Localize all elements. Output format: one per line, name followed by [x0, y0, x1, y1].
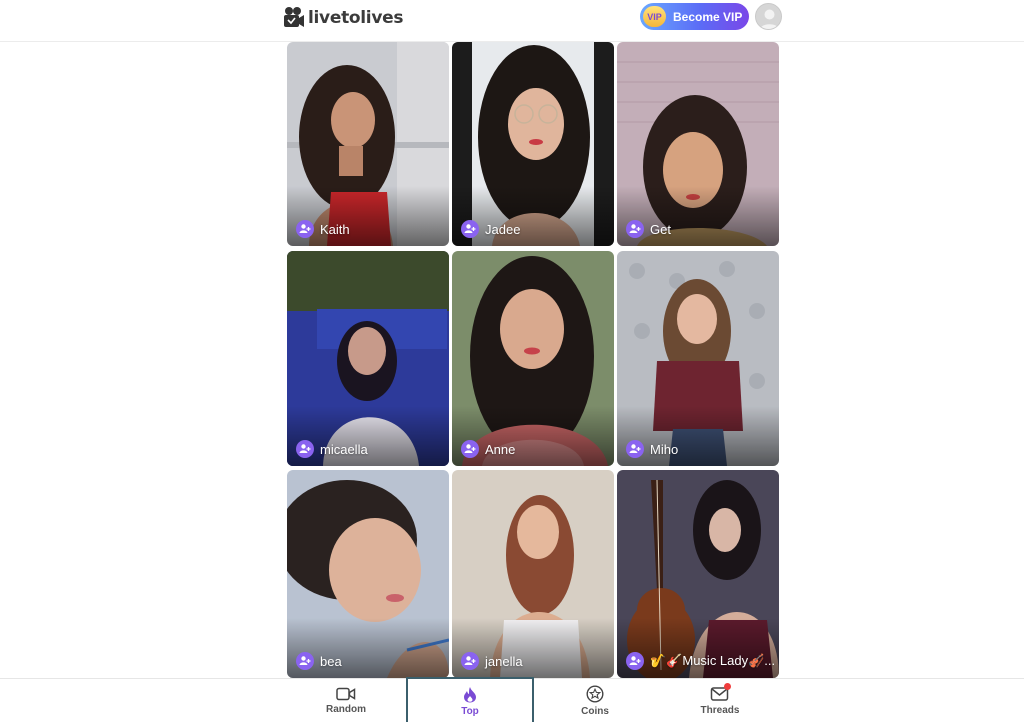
add-friend-icon[interactable] [626, 440, 644, 458]
tab-top[interactable]: Top [406, 677, 534, 722]
video-camera-icon [336, 687, 356, 701]
card-name-row: Anne [461, 440, 515, 458]
profile-card-micaella[interactable]: micaella [287, 251, 449, 466]
profile-name: Anne [485, 441, 516, 457]
card-name-row: janella [461, 652, 523, 670]
profile-card-music-lady[interactable]: 🎷🎸Music Lady🎻... [617, 470, 779, 678]
flame-icon [464, 686, 476, 702]
profile-name: janella [485, 653, 523, 669]
add-friend-icon[interactable] [461, 652, 479, 670]
tab-coins-label: Coins [581, 706, 609, 717]
profile-name: Miho [650, 441, 679, 457]
profile-name: micaella [320, 441, 368, 457]
profile-card-kaith[interactable]: Kaith [287, 42, 449, 246]
logo-icon [283, 6, 305, 30]
become-vip-label: Become VIP [673, 9, 743, 24]
logo-text: livetolives [308, 8, 404, 28]
user-avatar[interactable] [755, 3, 782, 30]
card-name-row: bea [296, 652, 342, 670]
profile-name: Get [650, 221, 671, 237]
mail-icon [710, 683, 731, 702]
tab-random-label: Random [326, 704, 366, 715]
notification-dot [724, 683, 731, 690]
logo[interactable]: livetolives [283, 4, 403, 32]
add-friend-icon[interactable] [461, 220, 479, 238]
add-friend-icon[interactable] [626, 220, 644, 238]
card-name-row: Kaith [296, 220, 350, 238]
add-friend-icon[interactable] [296, 652, 314, 670]
add-friend-icon[interactable] [461, 440, 479, 458]
tab-top-label: Top [461, 705, 479, 717]
profile-name: 🎷🎸Music Lady🎻... [650, 653, 776, 668]
profile-card-miho[interactable]: Miho [617, 251, 779, 466]
add-friend-icon[interactable] [626, 652, 644, 670]
profile-card-get[interactable]: Get [617, 42, 779, 246]
profile-name: Kaith [320, 221, 350, 237]
profile-name: Jadee [485, 221, 521, 237]
profile-grid: Kaith Jadee Get micaella Anne Miho bea j… [287, 42, 779, 678]
vip-badge-icon: VIP [643, 6, 666, 27]
add-friend-icon[interactable] [296, 220, 314, 238]
profile-card-bea[interactable]: bea [287, 470, 449, 678]
profile-card-janella[interactable]: janella [452, 470, 614, 678]
card-name-row: Jadee [461, 220, 520, 238]
profile-name: bea [320, 653, 342, 669]
card-name-row: Get [626, 220, 671, 238]
card-name-row: 🎷🎸Music Lady🎻... [626, 652, 775, 670]
card-name-row: Miho [626, 440, 678, 458]
tab-threads[interactable]: Threads [656, 679, 784, 722]
profile-card-anne[interactable]: Anne [452, 251, 614, 466]
star-coin-icon [586, 685, 604, 703]
profile-card-jadee[interactable]: Jadee [452, 42, 614, 246]
tab-threads-label: Threads [700, 705, 740, 716]
tab-random[interactable]: Random [282, 679, 410, 722]
bottom-nav: Random Top Coins Threads [0, 677, 1024, 722]
add-friend-icon[interactable] [296, 440, 314, 458]
become-vip-button[interactable]: VIP Become VIP [640, 3, 749, 30]
top-bar: livetolives VIP Become VIP [0, 0, 1024, 42]
tab-coins[interactable]: Coins [531, 679, 659, 722]
card-name-row: micaella [296, 440, 368, 458]
